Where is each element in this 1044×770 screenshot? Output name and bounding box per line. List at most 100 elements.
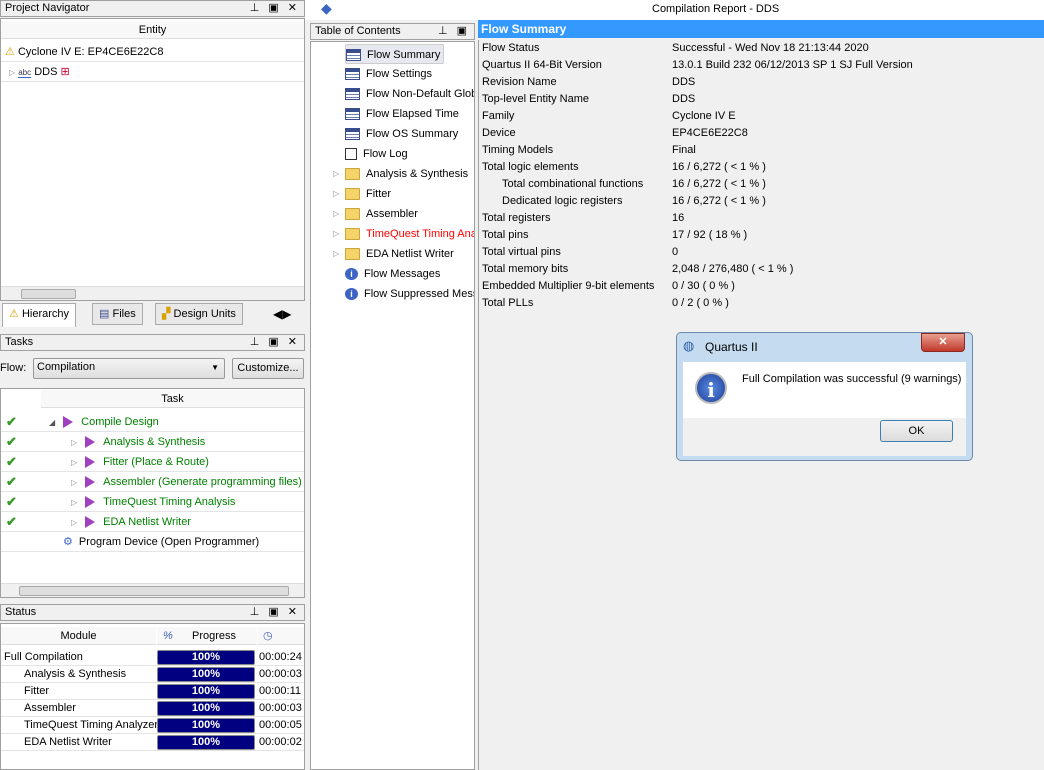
play-icon [85, 496, 96, 509]
toc-item[interactable]: i Flow Suppressed Messag [345, 284, 474, 304]
table-icon [345, 68, 360, 81]
expand-icon[interactable]: ▷ [9, 68, 15, 77]
summary-row: Timing Models Final [482, 142, 696, 159]
summary-value: 16 / 6,272 ( < 1 % ) [672, 161, 766, 173]
task-row[interactable]: ✔ ▷ Analysis & Synthesis [1, 432, 304, 452]
tab-design-units[interactable]: ▞ Design Units [155, 303, 243, 325]
clock-icon: ◷ [263, 630, 273, 642]
summary-value: EP4CE6E22C8 [672, 127, 748, 139]
customize-button[interactable]: Customize... [232, 358, 304, 379]
panel-controls[interactable]: ⊥ ▣ ✕ [250, 335, 300, 348]
summary-row: Total PLLs 0 / 2 ( 0 % ) [482, 295, 729, 312]
module-name: TimeQuest Timing Analyzer [24, 719, 159, 731]
module-column-header[interactable]: Module [1, 627, 156, 645]
expand-icon[interactable]: ▷ [333, 224, 339, 244]
tab-hierarchy[interactable]: ⚠ Hierarchy [2, 303, 77, 327]
check-icon: ✔ [6, 434, 17, 449]
task-label: Program Device (Open Programmer) [78, 536, 260, 548]
check-icon: ✔ [6, 474, 17, 489]
summary-label: Timing Models [482, 144, 554, 156]
quartus-dialog: ◍ Quartus II ✕ i Full Compilation was su… [676, 332, 973, 461]
expand-icon[interactable]: ▷ [71, 438, 77, 447]
design-units-icon: ▞ [162, 308, 171, 320]
expand-icon[interactable]: ▷ [71, 518, 77, 527]
entity-icon: abc [18, 68, 32, 78]
summary-value: 17 / 92 ( 18 % ) [672, 229, 748, 241]
programmer-icon: ⚙ [63, 536, 73, 548]
status-row: EDA Netlist Writer 100% 00:00:02 [1, 734, 304, 751]
expand-icon[interactable]: ▷ [71, 478, 77, 487]
flow-select[interactable]: Compilation ▼ [33, 358, 225, 379]
summary-label: Flow Status [482, 42, 540, 54]
toc-item[interactable]: Flow Elapsed Time [345, 104, 459, 124]
entity-row[interactable]: ▷ abc DDS ⊞ [1, 62, 304, 82]
toc-item[interactable]: Flow OS Summary [345, 124, 458, 144]
progress-bar: 100% [157, 667, 255, 682]
toc-label: TimeQuest Timing Analyz [366, 228, 475, 240]
project-navigator: Entity ⚠ Cyclone IV E: EP4CE6E22C8 ▷ abc… [0, 18, 305, 301]
expand-icon[interactable]: ▷ [333, 244, 339, 264]
toc-item[interactable]: Flow Non-Default Global [345, 84, 474, 104]
summary-label: Family [482, 110, 515, 122]
collapse-icon[interactable]: ◢ [49, 418, 55, 427]
elapsed-time: 00:00:03 [259, 702, 302, 714]
status-row: Fitter 100% 00:00:11 [1, 683, 304, 700]
toc-item[interactable]: ▷ Analysis & Synthesis [333, 164, 468, 184]
progress-bar: 100% [157, 701, 255, 716]
task-row[interactable]: ✔ ▷ Fitter (Place & Route) [1, 452, 304, 472]
toc-item[interactable]: ▷ EDA Netlist Writer [333, 244, 454, 264]
expand-icon[interactable]: ▷ [71, 498, 77, 507]
tasks-header: Tasks ⊥ ▣ ✕ [0, 334, 305, 351]
task-row[interactable]: ✔ ▷ Assembler (Generate programming files) [1, 472, 304, 492]
panel-controls[interactable]: ⊥ ▣ [438, 24, 470, 37]
toc-item[interactable]: ▷ TimeQuest Timing Analyz [333, 224, 475, 244]
play-icon [63, 416, 74, 429]
expand-icon[interactable]: ▷ [333, 184, 339, 204]
toc-item[interactable]: Flow Log [345, 144, 408, 164]
toc-label: EDA Netlist Writer [366, 248, 454, 260]
close-button[interactable]: ✕ [921, 333, 965, 352]
task-row[interactable]: ✔ ▷ EDA Netlist Writer [1, 512, 304, 532]
task-row[interactable]: ⚙ Program Device (Open Programmer) [1, 532, 304, 552]
toc-label: Fitter [366, 188, 392, 200]
task-column-header[interactable]: Task [41, 390, 304, 408]
toc-item[interactable]: Flow Settings [345, 64, 432, 84]
device-row[interactable]: ⚠ Cyclone IV E: EP4CE6E22C8 [1, 42, 304, 62]
flow-label: Flow: [0, 362, 27, 374]
elapsed-time: 00:00:02 [259, 736, 302, 748]
elapsed-time: 00:00:24 [259, 651, 302, 663]
progress-bar: 100% [157, 735, 255, 750]
summary-label: Dedicated logic registers [502, 195, 623, 207]
status-table: Module % Progress ◷ Full Compilation 100%… [0, 623, 305, 770]
time-column-header[interactable]: ◷ [258, 627, 304, 645]
tab-scroll-buttons[interactable]: ◀▶ [273, 303, 303, 325]
progress-column-header[interactable]: % Progress [157, 627, 257, 645]
summary-label: Quartus II 64-Bit Version [482, 59, 602, 71]
panel-controls[interactable]: ⊥ ▣ ✕ [250, 605, 300, 618]
play-icon [85, 516, 96, 529]
expand-icon[interactable]: ▷ [71, 458, 77, 467]
toc-item[interactable]: Flow Summary [345, 44, 445, 64]
table-icon [345, 88, 360, 101]
expand-icon[interactable]: ▷ [333, 204, 339, 224]
dialog-title: Quartus II [705, 340, 758, 354]
toc-item[interactable]: i Flow Messages [345, 264, 440, 284]
ok-button[interactable]: OK [880, 420, 953, 442]
horizontal-scrollbar[interactable] [1, 583, 304, 597]
task-row[interactable]: ✔ ◢ Compile Design [1, 412, 304, 432]
check-icon: ✔ [6, 414, 17, 429]
toc-label: Assembler [366, 208, 418, 220]
toc-item[interactable]: ▷ Fitter [333, 184, 392, 204]
toc-item[interactable]: ▷ Assembler [333, 204, 418, 224]
panel-controls[interactable]: ⊥ ▣ ✕ [250, 1, 300, 14]
summary-value: Successful - Wed Nov 18 21:13:44 2020 [672, 42, 869, 54]
expand-icon[interactable]: ▷ [333, 164, 339, 184]
dialog-footer: OK [683, 418, 966, 456]
tab-files[interactable]: ▤ Files [92, 303, 143, 325]
summary-row: Total memory bits 2,048 / 276,480 ( < 1 %… [482, 261, 793, 278]
entity-column-header[interactable]: Entity [1, 21, 304, 39]
summary-value: Cyclone IV E [672, 110, 736, 122]
task-row[interactable]: ✔ ▷ TimeQuest Timing Analysis [1, 492, 304, 512]
warning-icon: ⚠ [5, 46, 15, 58]
horizontal-scrollbar[interactable] [1, 286, 304, 300]
